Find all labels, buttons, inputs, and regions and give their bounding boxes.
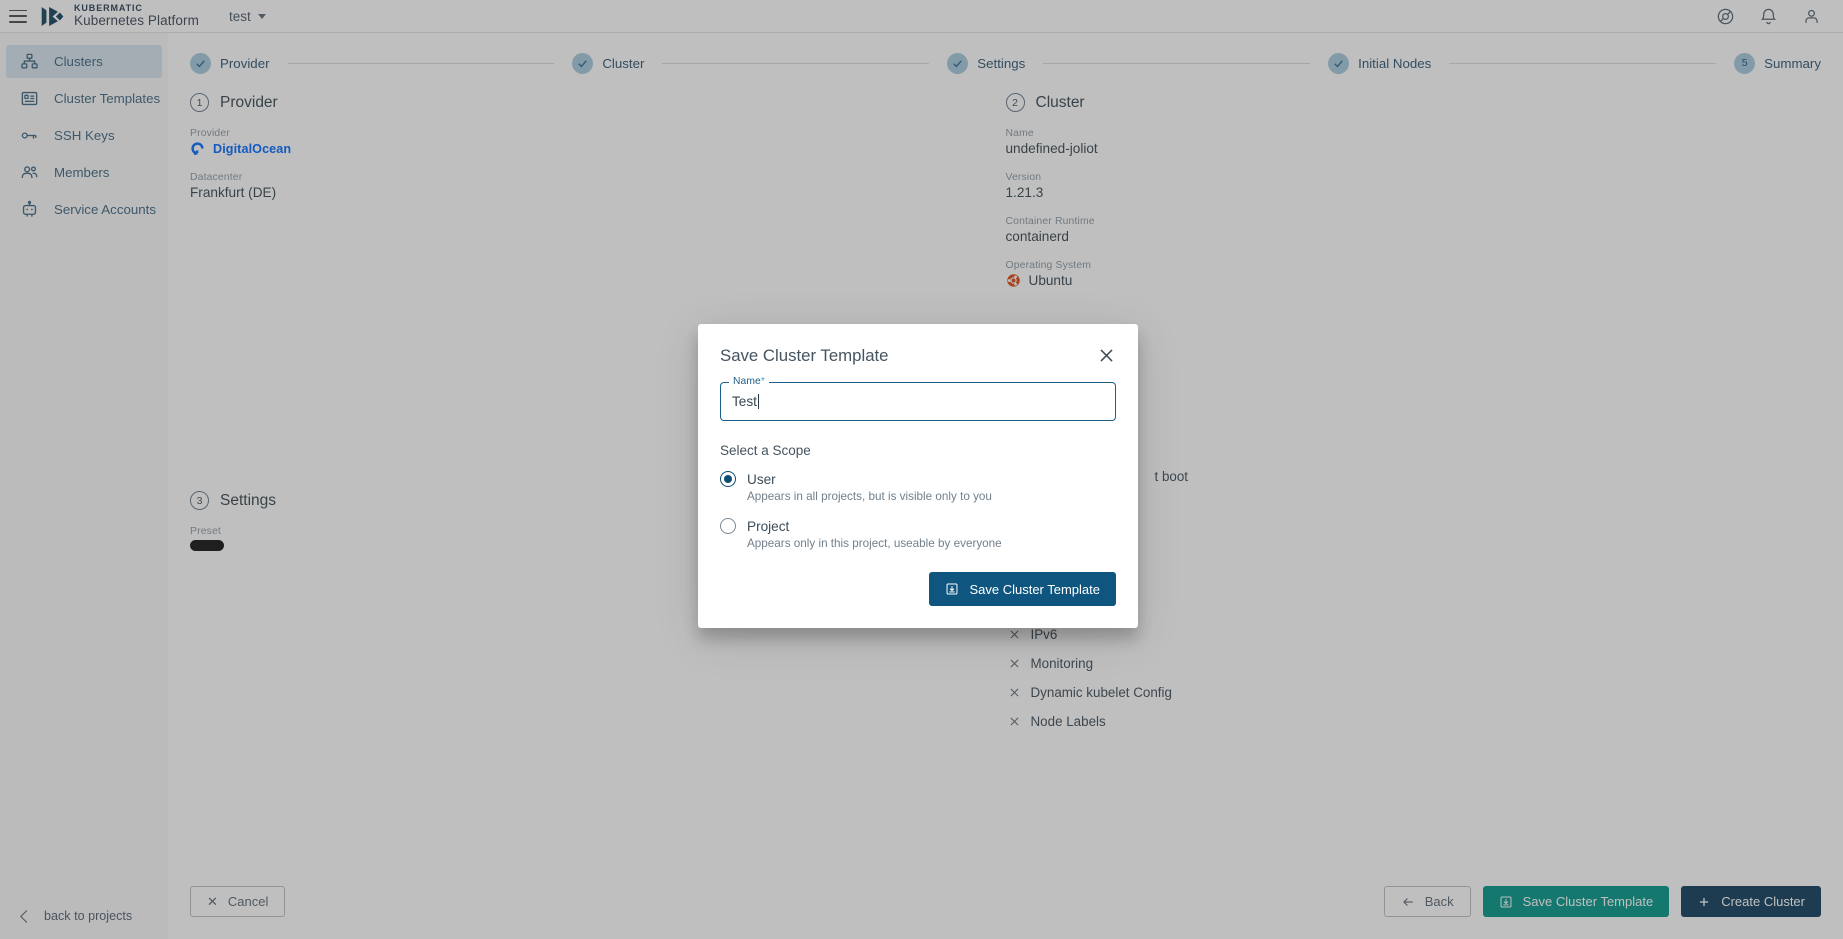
scope-project-label: Project — [747, 518, 790, 534]
template-name-input[interactable]: Test — [720, 382, 1116, 421]
scope-project-row[interactable]: Project — [720, 518, 1116, 534]
template-name-field: Name* Test — [720, 375, 1116, 421]
template-name-value: Test — [732, 394, 757, 409]
scope-user-row[interactable]: User — [720, 471, 1116, 487]
save-cluster-template-dialog: Save Cluster Template Name* Test Select … — [698, 324, 1138, 628]
template-name-label-text: Name — [733, 375, 761, 387]
scope-section-title: Select a Scope — [720, 443, 811, 458]
dialog-save-label: Save Cluster Template — [969, 581, 1100, 597]
scope-project-hint: Appears only in this project, useable by… — [747, 537, 1002, 550]
scope-user-label: User — [747, 471, 776, 487]
dialog-actions: Save Cluster Template — [720, 572, 1116, 606]
scope-user-hint: Appears in all projects, but is visible … — [747, 490, 992, 503]
dialog-header: Save Cluster Template — [720, 346, 1116, 366]
template-name-label: Name* — [729, 375, 769, 387]
dialog-title: Save Cluster Template — [720, 346, 889, 365]
close-icon[interactable] — [1097, 346, 1116, 365]
radio-project[interactable] — [720, 518, 736, 534]
save-icon — [945, 582, 959, 596]
required-marker: * — [760, 375, 765, 387]
scope-option-project[interactable]: Project Appears only in this project, us… — [720, 518, 1116, 550]
scope-option-user[interactable]: User Appears in all projects, but is vis… — [720, 471, 1116, 503]
dialog-save-button[interactable]: Save Cluster Template — [929, 572, 1116, 606]
radio-user[interactable] — [720, 471, 736, 487]
text-cursor — [757, 394, 759, 409]
